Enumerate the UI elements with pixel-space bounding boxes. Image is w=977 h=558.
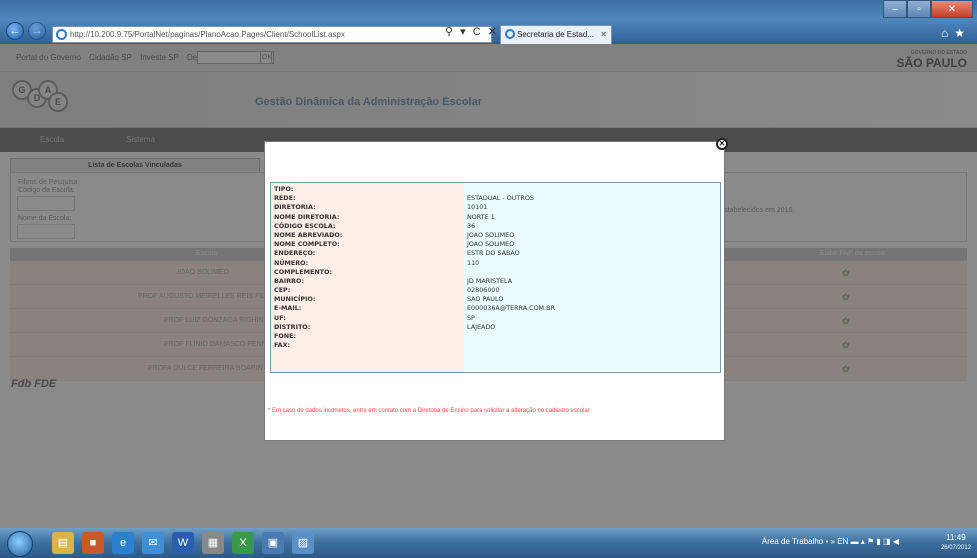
outlook-icon[interactable]: ✉ — [142, 532, 164, 554]
home-icon: ⌂ — [940, 26, 955, 40]
field-value: SP — [467, 313, 475, 322]
tray-icons[interactable]: ▬ ▴ ⚑ ▮ ◨ ◀ — [851, 537, 899, 546]
lang-indicator[interactable]: EN — [837, 537, 848, 546]
field-value: JD MARISTELA — [467, 276, 513, 285]
address-url: http://10.200.9.75/PortalNet/paginas/Pla… — [70, 30, 345, 39]
field-value — [467, 268, 720, 277]
field-label: CEP: — [274, 286, 291, 295]
field-label: NOME ABREVIADO: — [274, 230, 343, 239]
field-label: MUNICÍPIO: — [274, 295, 316, 304]
field-value: SAO PAULO — [467, 295, 504, 304]
warning-text: * Em caso de dados incorretos, entre em … — [268, 408, 590, 414]
field-label: E-MAIL: — [274, 304, 302, 313]
school-info-table: TIPO: REDE: DIRETORIA: NOME DIRETORIA: C… — [270, 182, 721, 373]
field-value — [467, 332, 720, 341]
toolbar-icons[interactable]: ⌂★ — [941, 26, 971, 40]
browser-tab[interactable]: Secretaria de Estad... ✕ — [500, 25, 612, 44]
field-value: JOAO SOLIMEO — [467, 240, 515, 249]
clock-time: 11:49 — [946, 533, 966, 542]
close-tab-icon[interactable]: ✕ — [600, 26, 607, 43]
app-icon[interactable]: ▦ — [202, 532, 224, 554]
app-icon[interactable]: ▣ — [262, 532, 284, 554]
excel-icon[interactable]: X — [232, 532, 254, 554]
office-icon[interactable]: ■ — [82, 532, 104, 554]
favorites-icon: ★ — [954, 26, 971, 40]
address-actions[interactable]: ⚲ ▾ C ✕ — [445, 25, 499, 38]
address-bar[interactable]: http://10.200.9.75/PortalNet/paginas/Pla… — [52, 26, 492, 43]
info-values-column: ESTADUAL - OUTROS 10101 NORTE 1 36 JOAO … — [464, 183, 720, 372]
modal-close-button[interactable]: ✕ — [716, 138, 728, 150]
forward-button[interactable]: → — [28, 22, 46, 40]
field-label: COMPLEMENTO: — [274, 267, 333, 276]
field-label: NOME DIRETORIA: — [274, 212, 340, 221]
field-label: DIRETORIA: — [274, 203, 316, 212]
field-value: LAJEADO — [467, 322, 496, 331]
field-label: DISTRITO: — [274, 322, 311, 331]
minimize-button[interactable]: – — [883, 0, 907, 18]
field-value: ESTR DO SABAO — [467, 249, 520, 258]
field-value: 110 — [467, 258, 480, 267]
ie-icon — [505, 29, 515, 39]
ie-icon — [56, 29, 67, 40]
close-window-button[interactable]: ✕ — [931, 0, 973, 18]
field-value: 36 — [467, 221, 476, 230]
field-label: NOME COMPLETO: — [274, 240, 340, 249]
field-value: E000036A@TERRA.COM.BR — [467, 304, 555, 313]
back-button[interactable]: ← — [6, 22, 24, 40]
field-label: BAIRRO: — [274, 276, 305, 285]
system-tray: Área de Trabalho ▪ » EN ▬ ▴ ⚑ ▮ ◨ ◀ — [762, 537, 899, 546]
clock-date: 26/07/2012 — [940, 545, 971, 551]
field-value: JOAO SOLIMEO — [467, 230, 515, 239]
taskbar: ▤ ■ e ✉ W ▦ X ▣ ▨ Área de Trabalho ▪ » E… — [0, 528, 977, 558]
field-label: NÚMERO: — [274, 258, 309, 267]
field-value — [467, 341, 720, 350]
browser-titlebar: – ▫ ✕ ← → http://10.200.9.75/PortalNet/p… — [0, 0, 977, 44]
field-label: REDE: — [274, 194, 296, 203]
folder-icon[interactable]: ▪ » — [825, 537, 837, 546]
field-value: ESTADUAL - OUTROS — [467, 194, 534, 203]
maximize-button[interactable]: ▫ — [907, 0, 931, 18]
clock[interactable]: 11:49 26/07/2012 — [941, 533, 971, 553]
field-value: 10101 — [467, 203, 488, 212]
info-labels-column: TIPO: REDE: DIRETORIA: NOME DIRETORIA: C… — [271, 183, 464, 372]
field-value: NORTE 1 — [467, 212, 495, 221]
desktop-label[interactable]: Área de Trabalho — [762, 537, 823, 546]
window-controls: – ▫ ✕ — [883, 0, 973, 18]
start-button[interactable] — [7, 531, 33, 557]
field-value: 02806000 — [467, 286, 500, 295]
school-details-modal: TIPO: REDE: DIRETORIA: NOME DIRETORIA: C… — [264, 141, 725, 441]
app-icon[interactable]: ▨ — [292, 532, 314, 554]
explorer-icon[interactable]: ▤ — [52, 532, 74, 554]
field-value — [467, 185, 720, 194]
field-label: FAX: — [274, 341, 291, 350]
ie-taskbar-icon[interactable]: e — [112, 532, 134, 554]
field-label: CÓDIGO ESCOLA: — [274, 221, 336, 230]
field-label: FONE: — [274, 332, 297, 340]
tab-title: Secretaria de Estad... — [517, 30, 594, 39]
field-label: UF: — [274, 313, 286, 322]
word-icon[interactable]: W — [172, 532, 194, 554]
field-label: ENDEREÇO: — [274, 249, 316, 258]
field-label: TIPO: — [274, 185, 294, 193]
